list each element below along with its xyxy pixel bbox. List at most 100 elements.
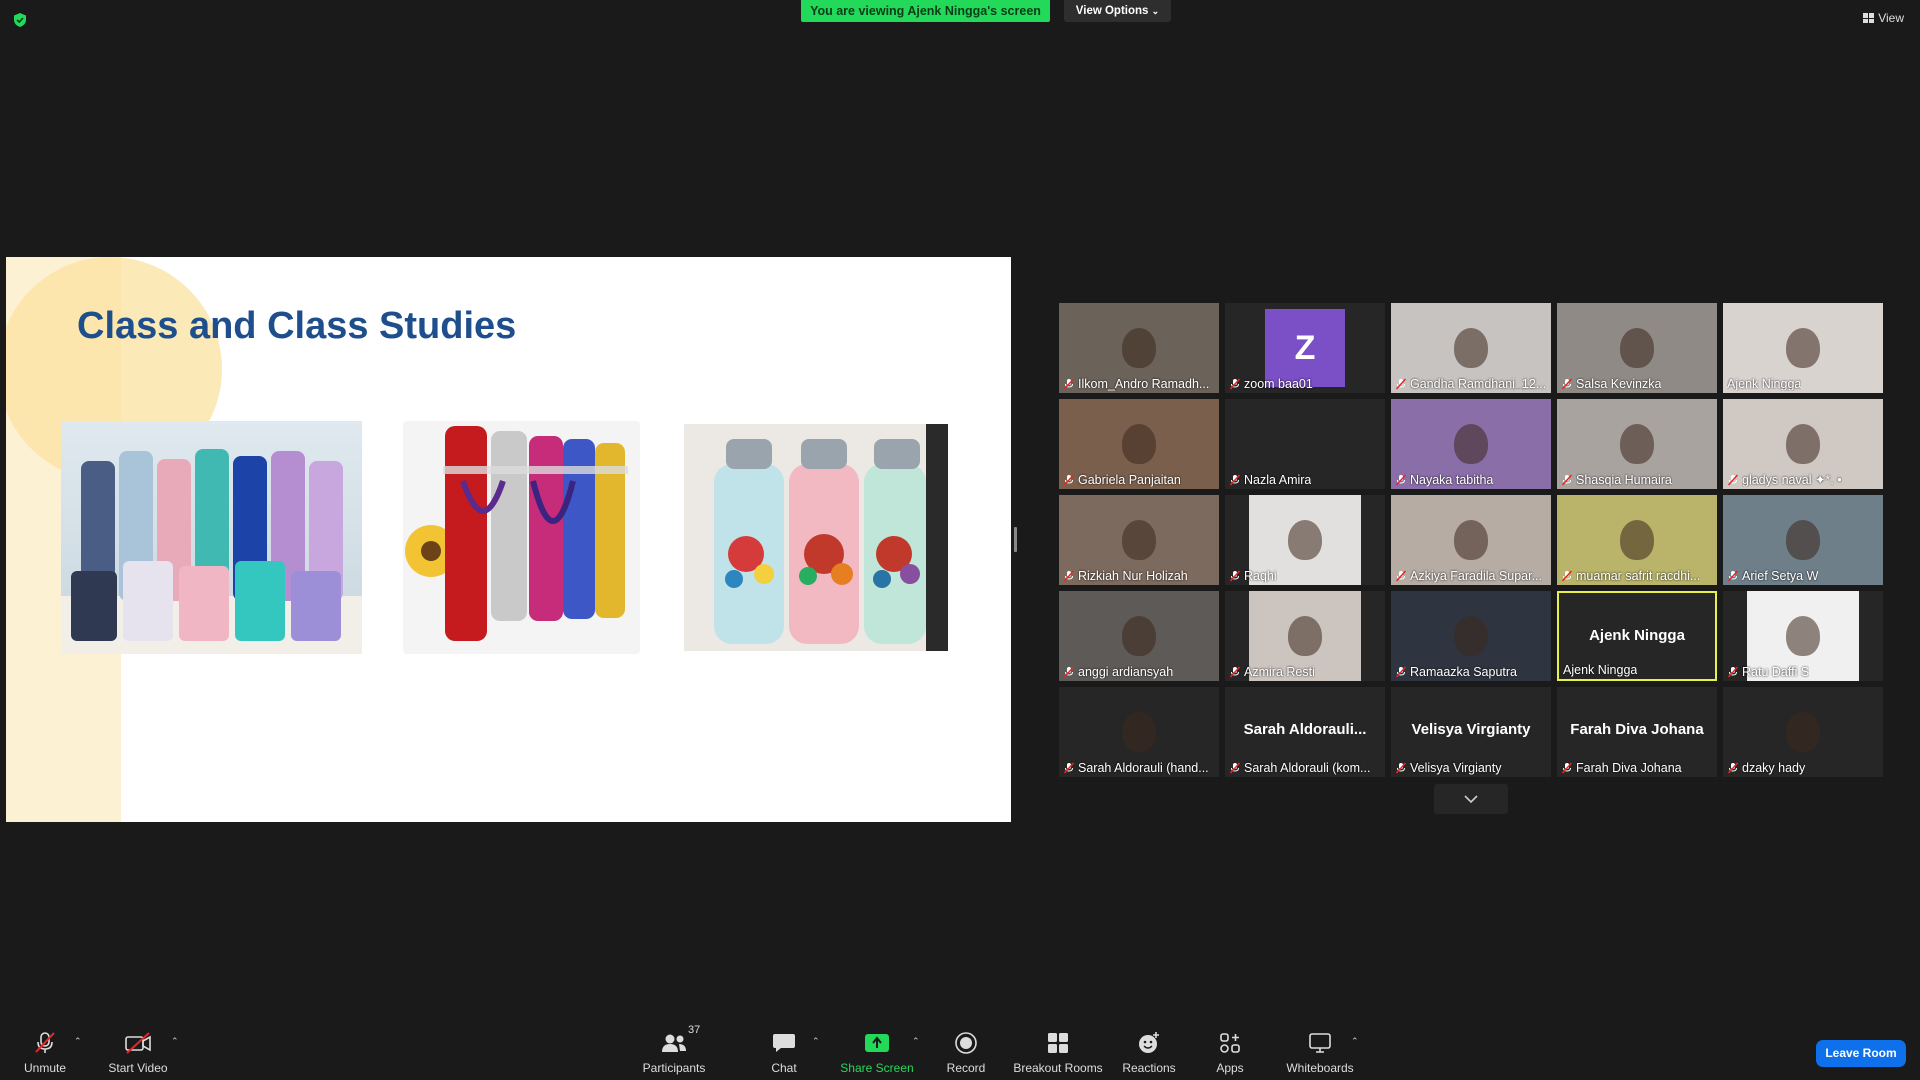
- participant-tile[interactable]: Shasqia Humaira: [1557, 399, 1717, 489]
- microphone-muted-icon: [1229, 666, 1241, 678]
- participant-silhouette: [1122, 424, 1156, 465]
- participant-name-label: Sarah Aldorauli (kom...: [1229, 761, 1370, 775]
- participant-silhouette: [1454, 328, 1488, 369]
- participants-button[interactable]: 37 Participants: [624, 1024, 724, 1075]
- video-camera-off-icon: [125, 1032, 151, 1054]
- microphone-muted-icon: [1727, 762, 1739, 774]
- participant-tile[interactable]: Nazla Amira: [1225, 399, 1385, 489]
- security-shield-icon[interactable]: [12, 12, 28, 28]
- microphone-muted-icon: [1063, 762, 1075, 774]
- record-button[interactable]: Record: [916, 1030, 1016, 1075]
- participant-name: Sarah Aldorauli (kom...: [1244, 761, 1371, 775]
- participant-name: gladys naval ✦*. •: [1742, 473, 1842, 487]
- participant-name-label: Ramaazka Saputra: [1395, 665, 1517, 679]
- microphone-muted-icon: [1727, 570, 1739, 582]
- view-button[interactable]: View: [1863, 11, 1904, 25]
- participant-tile[interactable]: Gabriela Panjaitan: [1059, 399, 1219, 489]
- participant-tile[interactable]: Ilkom_Andro Ramadh...: [1059, 303, 1219, 393]
- participant-name-label: Ilkom_Andro Ramadh...: [1063, 377, 1209, 391]
- breakout-rooms-button[interactable]: Breakout Rooms: [1008, 1030, 1108, 1075]
- participant-silhouette: [1122, 616, 1156, 657]
- participant-silhouette: [1122, 712, 1156, 753]
- participant-silhouette: [1620, 328, 1654, 369]
- participant-tile[interactable]: Rizkiah Nur Holizah: [1059, 495, 1219, 585]
- microphone-muted-icon: [1229, 570, 1241, 582]
- participant-tile[interactable]: muamar safrit racdhi...: [1557, 495, 1717, 585]
- participant-name: Gabriela Panjaitan: [1078, 473, 1181, 487]
- participant-tile[interactable]: Velisya Virgianty Velisya Virgianty: [1391, 687, 1551, 777]
- participant-name: Velisya Virgianty: [1410, 761, 1502, 775]
- participant-name: Ratu Daffi S: [1742, 665, 1810, 679]
- view-options-button[interactable]: View Options ⌄: [1064, 0, 1171, 22]
- share-screen-icon: [865, 1034, 889, 1052]
- viewing-screen-banner: You are viewing Ajenk Ningga's screen: [801, 0, 1050, 22]
- shared-screen: Class and Class Studies: [6, 257, 1011, 822]
- participant-name: zoom baa01: [1244, 377, 1313, 391]
- microphone-muted-icon: [1395, 762, 1407, 774]
- whiteboards-options-caret[interactable]: ⌃: [1351, 1036, 1359, 1047]
- participant-silhouette: [1454, 424, 1488, 465]
- apps-icon: [1220, 1033, 1240, 1053]
- participant-name: Azmira Resti: [1244, 665, 1315, 679]
- breakout-rooms-icon: [1048, 1033, 1068, 1053]
- participant-tile[interactable]: dzaky hady: [1723, 687, 1883, 777]
- participant-tile[interactable]: Zzoom baa01: [1225, 303, 1385, 393]
- participant-name: muamar safrit racdhi...: [1576, 569, 1701, 583]
- chat-options-caret[interactable]: ⌃: [812, 1036, 820, 1047]
- chevron-down-icon: ⌄: [1151, 6, 1160, 16]
- participant-name: Ajenk Ningga: [1563, 663, 1638, 677]
- participant-tile[interactable]: Ajenk Ningga: [1723, 303, 1883, 393]
- video-options-caret[interactable]: ⌃: [171, 1036, 179, 1047]
- participant-name-label: Rizkiah Nur Holizah: [1063, 569, 1188, 583]
- slide-photo-flasks: [403, 421, 640, 654]
- split-view-handle[interactable]: [1014, 527, 1017, 552]
- participant-name-label: Nazla Amira: [1229, 473, 1311, 487]
- participant-silhouette: [1786, 712, 1820, 753]
- participant-silhouette: [1786, 616, 1820, 657]
- participant-silhouette: [1122, 520, 1156, 561]
- participant-tile[interactable]: gladys naval ✦*. •: [1723, 399, 1883, 489]
- participant-tile[interactable]: Ratu Daffi S: [1723, 591, 1883, 681]
- participant-silhouette: [1288, 616, 1322, 657]
- microphone-muted-icon: [1395, 666, 1407, 678]
- participant-tile[interactable]: Azkiya Faradila Supar...: [1391, 495, 1551, 585]
- participant-silhouette: [1454, 520, 1488, 561]
- apps-button[interactable]: Apps: [1180, 1030, 1280, 1075]
- participants-icon: [662, 1034, 686, 1052]
- participant-tile[interactable]: Farah Diva Johana Farah Diva Johana: [1557, 687, 1717, 777]
- microphone-muted-icon: [1229, 378, 1241, 390]
- record-label: Record: [946, 1061, 986, 1075]
- participant-name-label: Ajenk Ningga: [1727, 377, 1801, 391]
- participant-tile[interactable]: Nayaka tabitha: [1391, 399, 1551, 489]
- participant-tile[interactable]: Azmira Resti: [1225, 591, 1385, 681]
- participant-name: Raqhi: [1244, 569, 1277, 583]
- participant-name-label: Azmira Resti: [1229, 665, 1315, 679]
- breakout-rooms-label: Breakout Rooms: [1013, 1061, 1103, 1075]
- participant-tile[interactable]: Raqhi: [1225, 495, 1385, 585]
- participant-display-name: Sarah Aldorauli...: [1243, 721, 1367, 738]
- leave-room-button[interactable]: Leave Room: [1816, 1040, 1906, 1067]
- chat-bubble-icon: [773, 1034, 795, 1052]
- participant-tile[interactable]: anggi ardiansyah: [1059, 591, 1219, 681]
- participant-tile[interactable]: Sarah Aldorauli... Sarah Aldorauli (kom..…: [1225, 687, 1385, 777]
- participant-tile[interactable]: Gandha Ramdhani_12...: [1391, 303, 1551, 393]
- participant-tile[interactable]: Salsa Kevinzka: [1557, 303, 1717, 393]
- microphone-muted-icon: [1063, 666, 1075, 678]
- participant-name: Shasqia Humaira: [1576, 473, 1672, 487]
- record-icon: [955, 1032, 977, 1054]
- reactions-label: Reactions: [1122, 1061, 1176, 1075]
- participant-tile[interactable]: Ramaazka Saputra: [1391, 591, 1551, 681]
- whiteboards-label: Whiteboards: [1286, 1061, 1354, 1075]
- participant-tile[interactable]: Arief Setya W: [1723, 495, 1883, 585]
- participant-tile[interactable]: Ajenk Ningga Ajenk Ningga: [1557, 591, 1717, 681]
- participant-name-label: Gandha Ramdhani_12...: [1395, 377, 1546, 391]
- microphone-muted-icon: [1561, 474, 1573, 486]
- participant-tile[interactable]: Sarah Aldorauli (hand...: [1059, 687, 1219, 777]
- participant-name: Farah Diva Johana: [1576, 761, 1682, 775]
- microphone-muted-icon: [1063, 378, 1075, 390]
- gallery-next-page-button[interactable]: [1434, 784, 1508, 814]
- participant-name-label: gladys naval ✦*. •: [1727, 472, 1842, 487]
- audio-options-caret[interactable]: ⌃: [74, 1036, 82, 1047]
- participant-name: Sarah Aldorauli (hand...: [1078, 761, 1209, 775]
- participant-silhouette: [1620, 520, 1654, 561]
